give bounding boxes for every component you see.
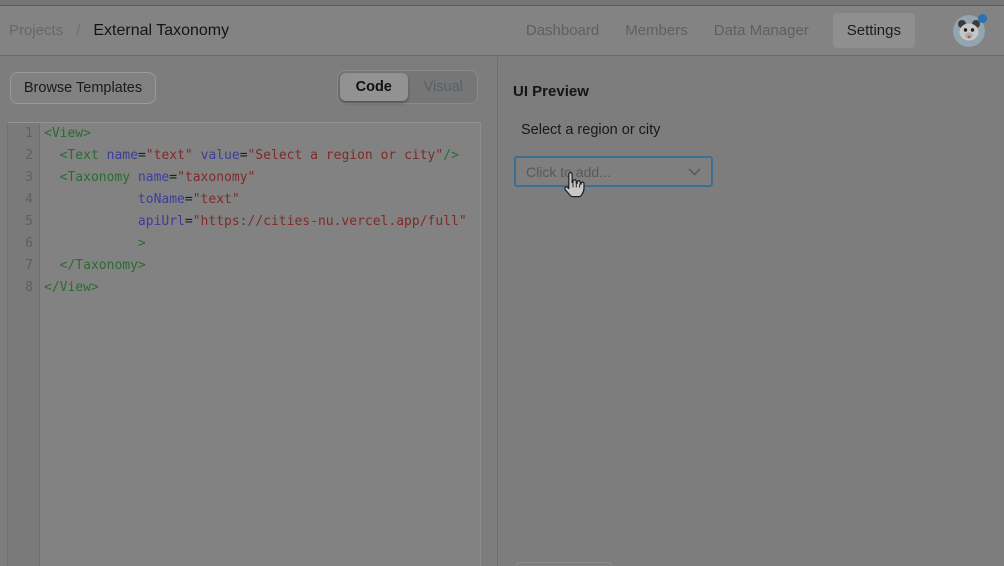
- taxonomy-dropdown[interactable]: Click to add...: [514, 156, 713, 187]
- online-status-dot: [978, 14, 987, 23]
- code-line[interactable]: <Text name="text" value="Select a region…: [44, 148, 480, 170]
- nav-item-data-manager[interactable]: Data Manager: [712, 14, 811, 47]
- breadcrumb-separator: /: [76, 22, 80, 39]
- toggle-option-visual[interactable]: Visual: [410, 71, 478, 103]
- partially-visible-bottom-element: [516, 562, 612, 566]
- line-number: 4: [8, 192, 39, 214]
- editor-gutter: 12345678: [8, 123, 40, 566]
- code-line[interactable]: </Taxonomy>: [44, 258, 480, 280]
- line-number: 8: [8, 280, 39, 302]
- app-window: Projects / External Taxonomy Dashboard M…: [0, 0, 1004, 566]
- code-line[interactable]: apiUrl="https://cities-nu.vercel.app/ful…: [44, 214, 480, 236]
- panel-divider: [497, 57, 498, 566]
- browse-templates-label: Browse Templates: [24, 80, 142, 96]
- preview-task-text: Select a region or city: [521, 122, 660, 138]
- code-line[interactable]: </View>: [44, 280, 480, 302]
- line-number: 5: [8, 214, 39, 236]
- code-line[interactable]: <Taxonomy name="taxonomy": [44, 170, 480, 192]
- code-visual-toggle: Code Visual: [337, 70, 478, 104]
- toggle-option-code[interactable]: Code: [340, 73, 408, 101]
- top-navigation-bar: Projects / External Taxonomy Dashboard M…: [0, 6, 1004, 56]
- code-line[interactable]: <View>: [44, 126, 480, 148]
- line-number: 7: [8, 258, 39, 280]
- user-avatar[interactable]: [953, 15, 985, 47]
- breadcrumb-current-project: External Taxonomy: [93, 22, 229, 40]
- nav-item-dashboard[interactable]: Dashboard: [524, 14, 601, 47]
- chevron-down-icon: [688, 168, 701, 176]
- dropdown-placeholder: Click to add...: [526, 164, 688, 180]
- line-number: 2: [8, 148, 39, 170]
- breadcrumb-projects-link[interactable]: Projects: [9, 22, 63, 39]
- editor-code[interactable]: <View> <Text name="text" value="Select a…: [40, 123, 480, 566]
- line-number: 6: [8, 236, 39, 258]
- project-nav: Dashboard Members Data Manager Settings: [513, 13, 1004, 48]
- breadcrumb: Projects / External Taxonomy: [0, 22, 229, 40]
- line-number: 1: [8, 126, 39, 148]
- browse-templates-button[interactable]: Browse Templates: [10, 72, 156, 104]
- line-number: 3: [8, 170, 39, 192]
- nav-item-members[interactable]: Members: [623, 14, 690, 47]
- ui-preview-title: UI Preview: [513, 83, 589, 100]
- nav-item-settings[interactable]: Settings: [833, 13, 915, 48]
- labeling-config-code-editor[interactable]: 12345678 <View> <Text name="text" value=…: [7, 122, 481, 566]
- code-line[interactable]: >: [44, 236, 480, 258]
- code-line[interactable]: toName="text": [44, 192, 480, 214]
